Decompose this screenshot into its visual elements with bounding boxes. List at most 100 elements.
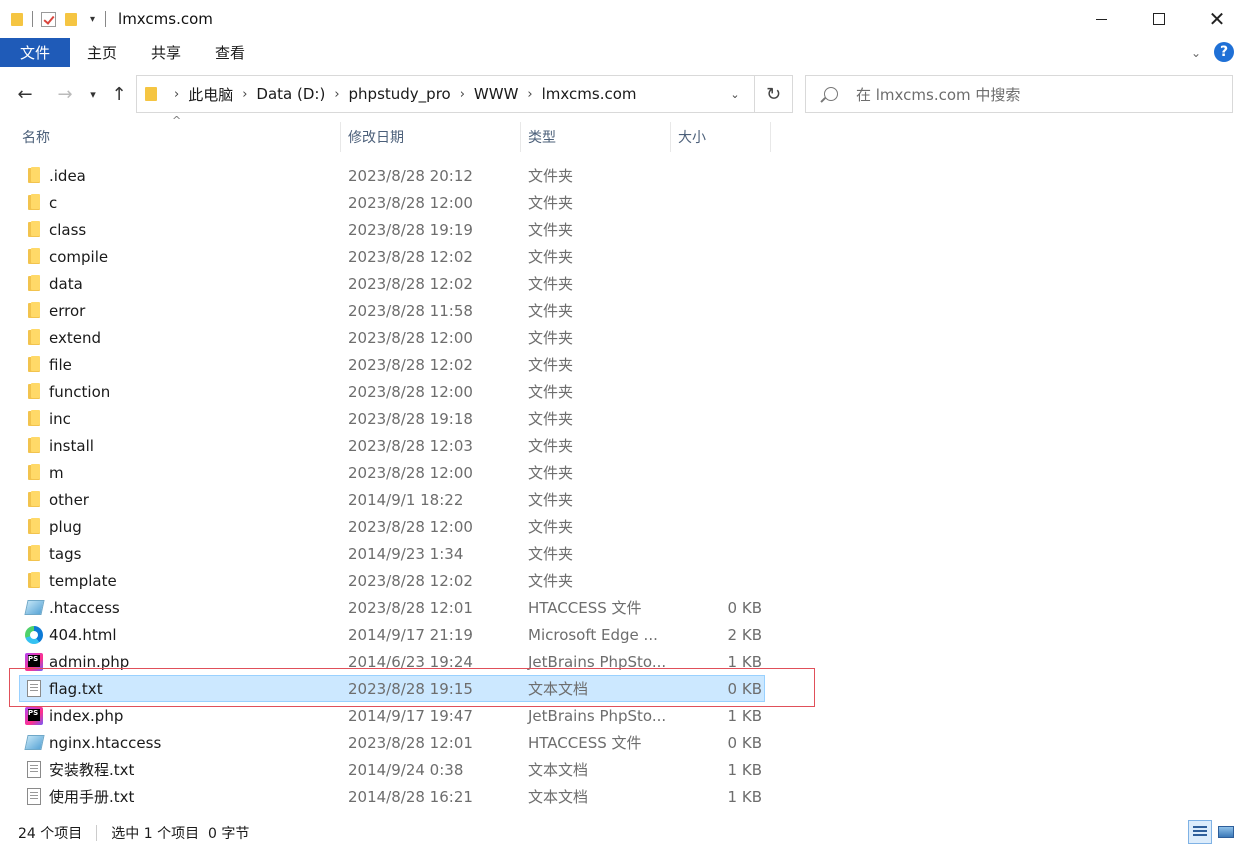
large-icons-view-icon[interactable] — [1214, 820, 1238, 844]
column-divider[interactable] — [340, 122, 341, 152]
breadcrumb-separator-icon[interactable]: › — [242, 87, 247, 102]
file-name[interactable]: error — [49, 297, 85, 324]
column-header-date[interactable]: 修改日期 — [348, 118, 404, 156]
file-name[interactable]: nginx.htaccess — [49, 729, 161, 756]
file-name[interactable]: compile — [49, 243, 108, 270]
column-header-name[interactable]: 名称 — [22, 118, 50, 156]
file-name[interactable]: function — [49, 378, 110, 405]
file-name[interactable]: .htaccess — [49, 594, 120, 621]
address-history-dropdown-icon[interactable]: ⌄ — [720, 76, 750, 112]
file-row[interactable]: data 2023/8/28 12:02 文件夹 — [0, 270, 780, 297]
breadcrumb-www[interactable]: WWW — [474, 85, 519, 103]
file-row[interactable]: plug 2023/8/28 12:00 文件夹 — [0, 513, 780, 540]
file-name[interactable]: index.php — [49, 702, 123, 729]
column-divider[interactable] — [770, 122, 771, 152]
maximize-button[interactable] — [1130, 0, 1188, 38]
file-name[interactable]: c — [49, 189, 57, 216]
file-date: 2023/8/28 12:00 — [348, 382, 473, 401]
expand-ribbon-chevron-icon[interactable]: ⌄ — [1184, 38, 1208, 67]
folder-icon — [27, 275, 41, 292]
breadcrumb-data-drive[interactable]: Data (D:) — [256, 85, 325, 103]
file-row[interactable]: .htaccess 2023/8/28 12:01 HTACCESS 文件 0 KB — [0, 594, 780, 621]
search-input[interactable]: 在 lmxcms.com 中搜索 — [805, 75, 1233, 113]
tab-view[interactable]: 查看 — [198, 38, 262, 67]
breadcrumb-separator-icon[interactable]: › — [527, 87, 532, 102]
recent-locations-dropdown-icon[interactable]: ▾ — [84, 74, 102, 114]
file-row[interactable]: other 2014/9/1 18:22 文件夹 — [0, 486, 780, 513]
column-header-type[interactable]: 类型 — [528, 118, 556, 156]
breadcrumb-separator-icon[interactable]: › — [334, 87, 339, 102]
file-row[interactable]: install 2023/8/28 12:03 文件夹 — [0, 432, 780, 459]
address-bar[interactable]: › 此电脑 › Data (D:) › phpstudy_pro › WWW ›… — [136, 75, 793, 113]
tab-share[interactable]: 共享 — [134, 38, 198, 67]
properties-icon[interactable] — [41, 11, 56, 27]
file-row[interactable]: 安装教程.txt 2014/9/24 0:38 文本文档 1 KB — [0, 756, 780, 783]
file-name[interactable]: plug — [49, 513, 82, 540]
new-folder-icon[interactable] — [64, 11, 78, 27]
file-date: 2023/8/28 20:12 — [348, 166, 473, 185]
file-row[interactable]: file 2023/8/28 12:02 文件夹 — [0, 351, 780, 378]
file-type: 文件夹 — [528, 572, 574, 590]
file-row[interactable]: class 2023/8/28 19:19 文件夹 — [0, 216, 780, 243]
file-row[interactable]: c 2023/8/28 12:00 文件夹 — [0, 189, 780, 216]
file-name[interactable]: data — [49, 270, 83, 297]
column-divider[interactable] — [520, 122, 521, 152]
breadcrumb-phpstudy-pro[interactable]: phpstudy_pro — [349, 85, 451, 103]
details-view-icon[interactable] — [1188, 820, 1212, 844]
file-type: HTACCESS 文件 — [528, 599, 642, 617]
help-icon[interactable]: ? — [1214, 42, 1234, 62]
file-name[interactable]: admin.php — [49, 648, 129, 675]
file-row[interactable]: index.php 2014/9/17 19:47 JetBrains PhpSto… — [0, 702, 780, 729]
refresh-icon[interactable]: ↻ — [754, 76, 792, 112]
tab-home[interactable]: 主页 — [70, 38, 134, 67]
file-row[interactable]: flag.txt 2023/8/28 19:15 文本文档 0 KB — [0, 675, 780, 702]
breadcrumb-this-pc[interactable]: 此电脑 — [188, 84, 233, 105]
breadcrumb-lmxcms[interactable]: lmxcms.com — [542, 85, 637, 103]
file-name[interactable]: tags — [49, 540, 81, 567]
file-type: 文件夹 — [528, 464, 574, 482]
file-date: 2023/8/28 12:01 — [348, 733, 473, 752]
file-row[interactable]: template 2023/8/28 12:02 文件夹 — [0, 567, 780, 594]
column-divider[interactable] — [670, 122, 671, 152]
file-name[interactable]: 404.html — [49, 621, 117, 648]
up-button[interactable]: ↑ — [107, 74, 131, 114]
file-name[interactable]: class — [49, 216, 86, 243]
breadcrumb-separator-icon[interactable]: › — [174, 87, 179, 102]
minimize-button[interactable] — [1072, 0, 1130, 38]
breadcrumb-separator-icon[interactable]: › — [460, 87, 465, 102]
tab-file[interactable]: 文件 — [0, 38, 70, 67]
file-row[interactable]: extend 2023/8/28 12:00 文件夹 — [0, 324, 780, 351]
file-row[interactable]: nginx.htaccess 2023/8/28 12:01 HTACCESS 文件… — [0, 729, 780, 756]
file-name[interactable]: install — [49, 432, 94, 459]
customize-toolbar-dropdown-icon[interactable]: ▾ — [90, 14, 95, 25]
file-name[interactable]: extend — [49, 324, 101, 351]
file-row[interactable]: m 2023/8/28 12:00 文件夹 — [0, 459, 780, 486]
file-name[interactable]: other — [49, 486, 89, 513]
file-size — [660, 540, 762, 567]
file-row[interactable]: 404.html 2014/9/17 21:19 Microsoft Edge ..… — [0, 621, 780, 648]
file-row[interactable]: tags 2014/9/23 1:34 文件夹 — [0, 540, 780, 567]
forward-button[interactable]: → — [52, 74, 78, 114]
file-row[interactable]: .idea 2023/8/28 20:12 文件夹 — [0, 162, 780, 189]
file-row[interactable]: 使用手册.txt 2014/8/28 16:21 文本文档 1 KB — [0, 783, 780, 810]
back-button[interactable]: ← — [12, 74, 38, 114]
file-name[interactable]: 使用手册.txt — [49, 783, 134, 810]
close-button[interactable]: ✕ — [1188, 0, 1246, 38]
edge-html-icon — [25, 625, 43, 644]
file-name[interactable]: flag.txt — [49, 675, 103, 702]
file-name[interactable]: m — [49, 459, 64, 486]
file-row[interactable]: compile 2023/8/28 12:02 文件夹 — [0, 243, 780, 270]
file-row[interactable]: function 2023/8/28 12:00 文件夹 — [0, 378, 780, 405]
file-name[interactable]: .idea — [49, 162, 86, 189]
file-date: 2023/8/28 12:00 — [348, 463, 473, 482]
file-name[interactable]: inc — [49, 405, 71, 432]
file-date: 2023/8/28 12:02 — [348, 355, 473, 374]
file-row[interactable]: admin.php 2014/6/23 19:24 JetBrains PhpSto… — [0, 648, 780, 675]
column-header-size[interactable]: 大小 — [678, 118, 706, 156]
file-date: 2014/9/24 0:38 — [348, 760, 464, 779]
file-name[interactable]: template — [49, 567, 117, 594]
file-name[interactable]: 安装教程.txt — [49, 756, 134, 783]
file-row[interactable]: inc 2023/8/28 19:18 文件夹 — [0, 405, 780, 432]
file-row[interactable]: error 2023/8/28 11:58 文件夹 — [0, 297, 780, 324]
file-name[interactable]: file — [49, 351, 72, 378]
